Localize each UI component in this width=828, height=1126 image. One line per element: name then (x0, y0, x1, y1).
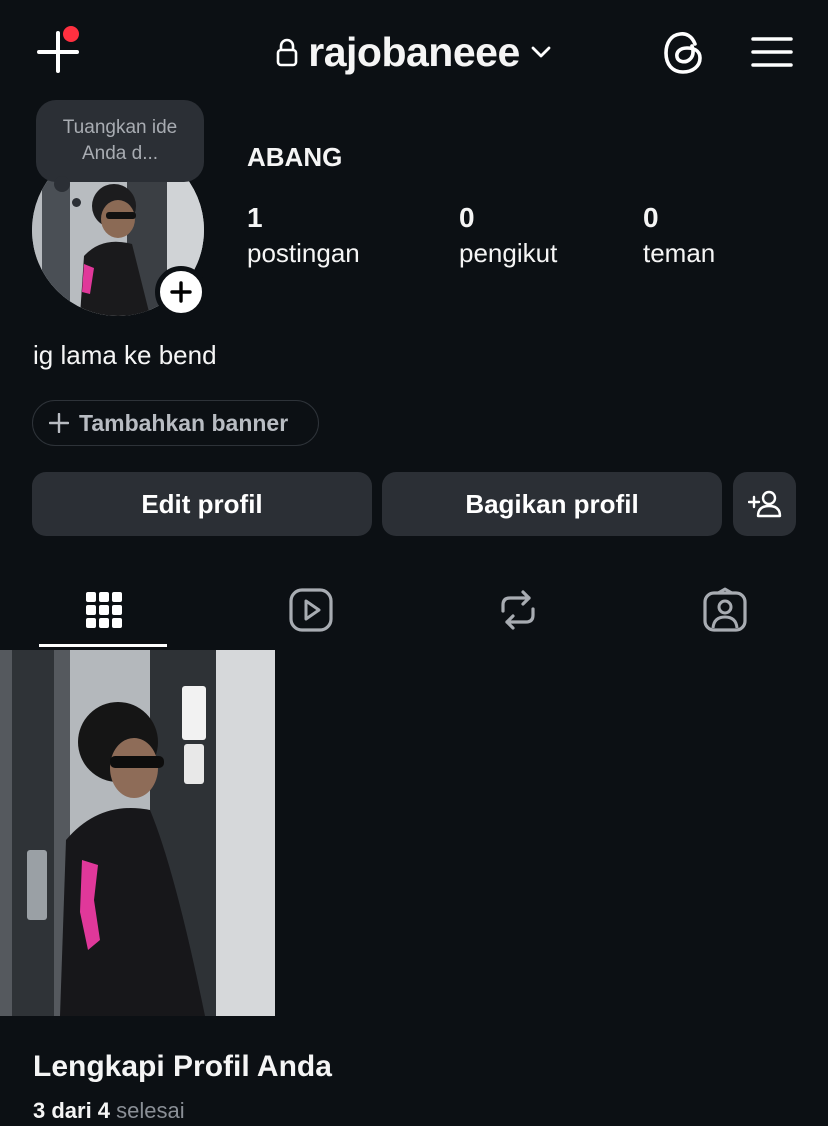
hamburger-menu-icon (751, 37, 793, 67)
stat-posts-label: postingan (247, 238, 360, 268)
tab-tagged[interactable] (621, 572, 828, 648)
stat-following-count: 0 (643, 202, 659, 233)
note-bubble[interactable]: Tuangkan ide Anda d... (36, 100, 204, 182)
edit-profile-button[interactable]: Edit profil (32, 472, 372, 536)
threads-button[interactable] (660, 28, 708, 78)
chevron-down-icon (531, 46, 551, 58)
add-person-icon (747, 490, 781, 518)
stat-followers-count: 0 (459, 202, 475, 233)
threads-icon (664, 32, 702, 74)
grid-icon (85, 592, 122, 628)
post-photo (0, 650, 275, 1016)
add-story-button[interactable] (155, 266, 207, 318)
complete-profile-progress: 3 dari 4 selesai (33, 1098, 185, 1124)
reels-icon (288, 588, 333, 632)
progress-count: 3 dari 4 (33, 1098, 111, 1123)
menu-button[interactable] (748, 30, 796, 74)
stat-followers-label: pengikut (459, 238, 558, 268)
add-banner-button[interactable]: Tambahkan banner (32, 400, 319, 446)
note-bubble-tail (54, 176, 70, 192)
tab-reposts[interactable] (414, 572, 621, 648)
tab-reels[interactable] (207, 572, 414, 648)
stat-following-label: teman (643, 238, 716, 268)
plus-icon (49, 413, 69, 433)
stat-posts-count: 1 (247, 202, 263, 233)
discover-people-button[interactable] (733, 472, 796, 536)
post-thumbnail[interactable] (0, 650, 275, 1016)
active-tab-indicator (39, 644, 167, 647)
share-profile-button[interactable]: Bagikan profil (382, 472, 722, 536)
profile-bio: ig lama ke bend (33, 340, 217, 370)
progress-suffix: selesai (116, 1098, 185, 1123)
add-banner-label: Tambahkan banner (79, 409, 289, 436)
note-placeholder: Tuangkan ide Anda d... (62, 117, 178, 164)
username-label: rajobaneee (308, 28, 520, 75)
note-bubble-tail-small (72, 198, 81, 207)
stat-following[interactable]: 0 teman (643, 200, 715, 269)
plus-icon (170, 281, 192, 303)
complete-profile-title: Lengkapi Profil Anda (33, 1050, 332, 1083)
tagged-icon (702, 587, 747, 632)
display-name: ABANG (247, 142, 343, 172)
lock-icon (276, 38, 298, 67)
stat-followers[interactable]: 0 pengikut (459, 200, 557, 269)
stat-posts[interactable]: 1 postingan (247, 200, 360, 269)
tab-posts[interactable] (0, 572, 207, 648)
reposts-icon (500, 590, 535, 630)
